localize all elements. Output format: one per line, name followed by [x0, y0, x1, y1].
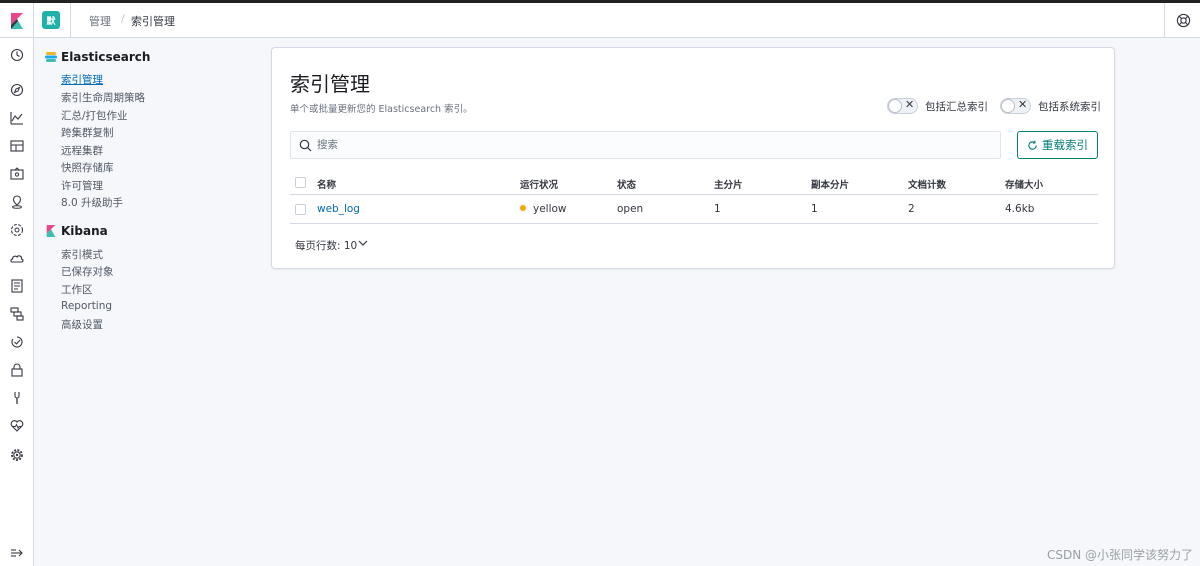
rows-per-page-selector[interactable]: 每页行数: 10	[295, 238, 357, 253]
health-text: yellow	[533, 203, 567, 215]
search-icon	[299, 139, 312, 152]
include-rollup-toggle[interactable]: ✕	[887, 98, 918, 114]
chevron-down-icon[interactable]	[358, 238, 368, 248]
table-header-divider	[290, 194, 1098, 195]
sidebar-item-spaces[interactable]: 工作区	[61, 282, 93, 297]
management-gear-icon[interactable]	[10, 448, 24, 462]
discover-icon[interactable]	[10, 83, 24, 97]
toggle-knob	[888, 99, 902, 113]
reload-indices-button[interactable]: 重载索引	[1017, 131, 1098, 159]
app-nav-bar	[0, 38, 34, 566]
include-system-label: 包括系统索引	[1038, 101, 1101, 113]
toggle-off-icon: ✕	[1018, 98, 1028, 111]
kibana-section-icon	[46, 225, 56, 237]
sidebar-item-license-management[interactable]: 许可管理	[61, 178, 103, 193]
dev-tools-icon[interactable]	[10, 391, 24, 405]
kibana-section-title: Kibana	[61, 224, 108, 238]
index-primary-shards: 1	[714, 203, 721, 215]
kibana-logo[interactable]	[0, 3, 34, 38]
header-divider-right	[1164, 3, 1165, 38]
watermark: CSDN @小张同学该努力了	[1047, 548, 1194, 562]
logs-icon[interactable]	[10, 279, 24, 293]
breadcrumb-management[interactable]: 管理	[89, 13, 111, 29]
reload-indices-label: 重载索引	[1042, 138, 1088, 152]
maps-icon[interactable]	[10, 195, 24, 209]
page-title: 索引管理	[290, 72, 370, 96]
canvas-icon[interactable]	[10, 167, 24, 181]
management-side-nav: Elasticsearch 索引管理 索引生命周期策略 汇总/打包作业 跨集群复…	[34, 38, 254, 566]
machine-learning-icon[interactable]	[10, 223, 24, 237]
sidebar-item-saved-objects[interactable]: 已保存对象	[61, 264, 114, 279]
sidebar-item-advanced-settings[interactable]: 高级设置	[61, 317, 103, 332]
sidebar-item-index-patterns[interactable]: 索引模式	[61, 247, 103, 262]
help-icon[interactable]	[1176, 13, 1191, 28]
include-system-toggle[interactable]: ✕	[1000, 98, 1031, 114]
column-header-health[interactable]: 运行状况	[520, 177, 558, 191]
health-status-dot	[520, 205, 526, 211]
column-header-primary[interactable]: 主分片	[714, 177, 743, 191]
uptime-icon[interactable]	[10, 335, 24, 349]
row-checkbox[interactable]	[295, 204, 306, 215]
elasticsearch-section-title: Elasticsearch	[61, 50, 151, 64]
index-replica-shards: 1	[811, 203, 818, 215]
kibana-logo-icon	[10, 12, 23, 29]
collapse-nav-icon[interactable]	[10, 546, 24, 560]
index-status: open	[617, 203, 644, 215]
sidebar-item-snapshot-repos[interactable]: 快照存储库	[61, 160, 114, 175]
sidebar-item-ilm-policies[interactable]: 索引生命周期策略	[61, 90, 145, 105]
include-rollup-label: 包括汇总索引	[925, 101, 988, 113]
visualize-icon[interactable]	[10, 111, 24, 125]
breadcrumb-separator: /	[121, 12, 125, 25]
space-avatar[interactable]: 默	[42, 11, 60, 29]
app-header: 默 管理 / 索引管理	[0, 3, 1200, 38]
refresh-icon	[1028, 140, 1037, 150]
column-header-name[interactable]: 名称	[317, 177, 336, 191]
sidebar-item-index-management[interactable]: 索引管理	[61, 72, 103, 87]
sidebar-item-ccr[interactable]: 跨集群复制	[61, 125, 114, 140]
column-header-docs-count[interactable]: 文档计数	[908, 177, 946, 191]
monitoring-icon[interactable]	[10, 419, 24, 433]
toggle-off-icon: ✕	[905, 98, 915, 111]
index-storage-size: 4.6kb	[1005, 203, 1035, 215]
page-description: 单个或批量更新您的 Elasticsearch 索引。	[290, 104, 473, 115]
dashboard-icon[interactable]	[10, 139, 24, 153]
header-divider	[70, 3, 71, 38]
siem-lock-icon[interactable]	[10, 363, 24, 377]
column-header-storage-size[interactable]: 存储大小	[1005, 177, 1043, 191]
index-docs-count: 2	[908, 203, 915, 215]
index-management-panel: 索引管理 单个或批量更新您的 Elasticsearch 索引。 ✕ 包括汇总索…	[271, 47, 1115, 269]
recently-viewed-icon[interactable]	[10, 48, 24, 62]
column-header-replicas[interactable]: 副本分片	[811, 177, 849, 191]
select-all-checkbox[interactable]	[295, 177, 306, 188]
search-input[interactable]	[317, 136, 987, 154]
sidebar-item-rollup-jobs[interactable]: 汇总/打包作业	[61, 108, 128, 123]
search-box	[290, 131, 1001, 159]
breadcrumb-index-management: 索引管理	[131, 15, 175, 28]
index-name-link[interactable]: web_log	[317, 203, 360, 215]
table-row-divider	[290, 223, 1098, 224]
index-health: yellow	[520, 203, 567, 215]
column-header-status[interactable]: 状态	[617, 177, 636, 191]
infrastructure-icon[interactable]	[10, 251, 24, 265]
elasticsearch-icon	[45, 52, 57, 62]
apm-icon[interactable]	[10, 307, 24, 321]
sidebar-item-upgrade-assistant[interactable]: 8.0 升级助手	[61, 195, 123, 210]
sidebar-item-remote-clusters[interactable]: 远程集群	[61, 143, 103, 158]
sidebar-item-reporting[interactable]: Reporting	[61, 300, 112, 312]
toggle-knob	[1001, 99, 1015, 113]
